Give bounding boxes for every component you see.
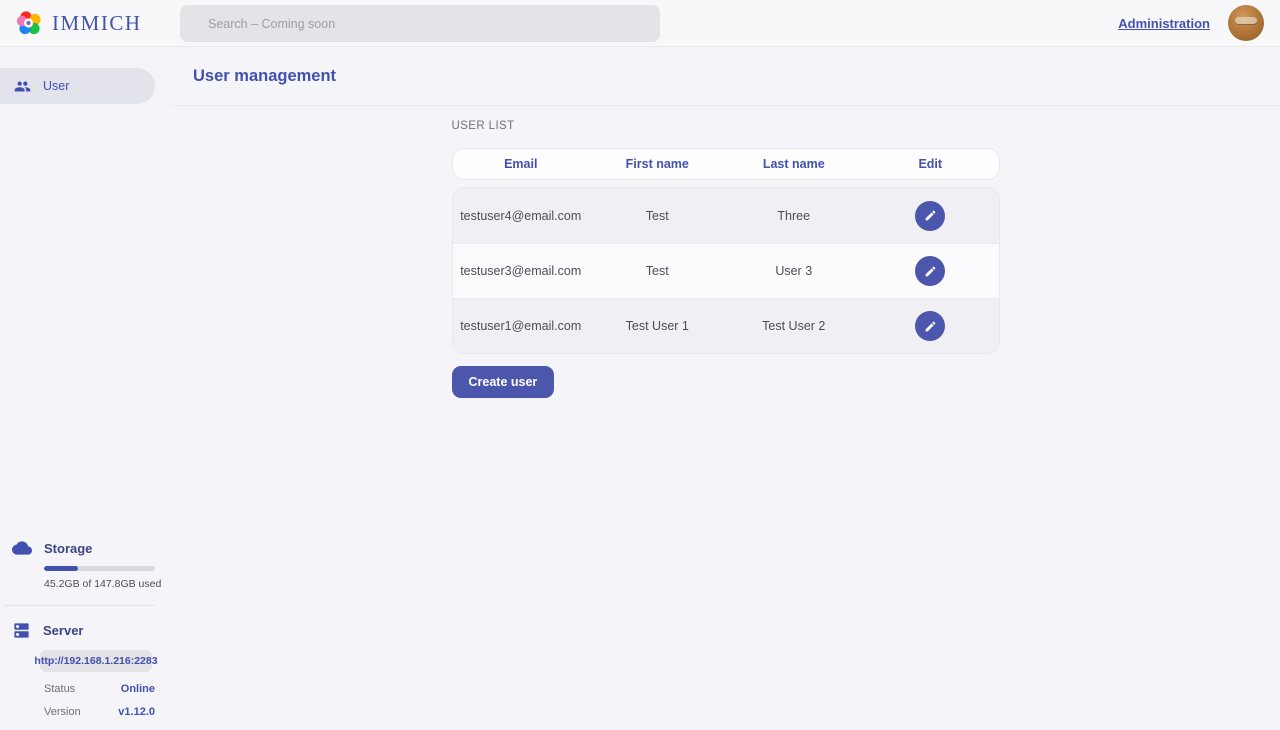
user-table-header: Email First name Last name Edit: [452, 148, 1000, 180]
server-icon: [12, 621, 31, 640]
server-status-label: Status: [44, 683, 75, 695]
cell-email: testuser1@email.com: [453, 319, 590, 333]
create-user-button[interactable]: Create user: [452, 366, 555, 398]
cell-first-name: Test User 1: [589, 319, 726, 333]
edit-user-button[interactable]: [915, 256, 945, 286]
users-icon: [14, 78, 31, 95]
app-title: IMMICH: [52, 11, 142, 36]
column-header-edit: Edit: [862, 157, 999, 171]
title-band: User management: [171, 47, 1280, 106]
column-header-last-name: Last name: [726, 157, 863, 171]
sidebar: User Storage 45.2GB of 147.8GB used: [0, 47, 171, 730]
storage-title: Storage: [44, 541, 92, 556]
cell-first-name: Test: [589, 264, 726, 278]
server-version-value: v1.12.0: [118, 706, 155, 718]
page-title: User management: [193, 67, 336, 86]
cloud-icon: [12, 538, 32, 558]
sidebar-divider: [4, 605, 155, 606]
table-row: testuser1@email.com Test User 1 Test Use…: [453, 298, 999, 353]
server-url: http://192.168.1.216:2283: [40, 650, 152, 672]
user-list-label: USER LIST: [452, 120, 1000, 132]
sidebar-footer: Storage 45.2GB of 147.8GB used Server ht…: [0, 538, 171, 730]
storage-progress-fill: [44, 566, 78, 571]
table-row: testuser4@email.com Test Three: [453, 188, 999, 243]
cell-email: testuser3@email.com: [453, 264, 590, 278]
edit-user-button[interactable]: [915, 201, 945, 231]
storage-usage-text: 45.2GB of 147.8GB used: [44, 578, 171, 590]
cell-last-name: User 3: [726, 264, 863, 278]
server-title: Server: [43, 623, 83, 638]
immich-logo[interactable]: IMMICH: [16, 9, 142, 37]
sidebar-item-user[interactable]: User: [0, 68, 155, 104]
column-header-email: Email: [453, 157, 590, 171]
sidebar-item-label: User: [43, 79, 69, 93]
server-status-value: Online: [121, 683, 155, 695]
search-input[interactable]: [180, 5, 660, 42]
main-content: User management USER LIST Email First na…: [171, 47, 1280, 730]
user-avatar[interactable]: [1228, 5, 1264, 41]
pencil-icon: [924, 209, 937, 222]
table-row: testuser3@email.com Test User 3: [453, 243, 999, 298]
pencil-icon: [924, 265, 937, 278]
immich-flower-icon: [16, 9, 44, 37]
user-table: testuser4@email.com Test Three: [452, 187, 1000, 354]
top-bar: IMMICH Administration: [0, 0, 1280, 47]
pencil-icon: [924, 320, 937, 333]
cell-email: testuser4@email.com: [453, 209, 590, 223]
column-header-first-name: First name: [589, 157, 726, 171]
storage-progress-bar: [44, 566, 155, 571]
cell-last-name: Test User 2: [726, 319, 863, 333]
administration-link[interactable]: Administration: [1118, 16, 1210, 31]
cell-first-name: Test: [589, 209, 726, 223]
edit-user-button[interactable]: [915, 311, 945, 341]
server-version-label: Version: [44, 706, 81, 718]
cell-last-name: Three: [726, 209, 863, 223]
